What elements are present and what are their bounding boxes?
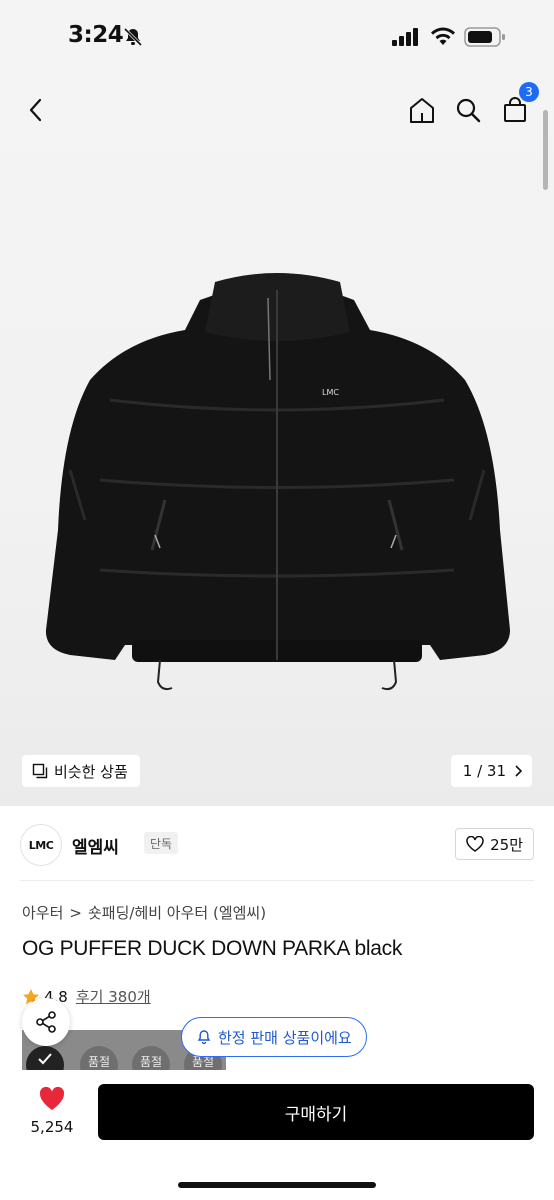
jacket-logo: LMC — [322, 388, 339, 397]
exclusive-tag: 단독 — [144, 832, 179, 854]
chevron-left-icon — [29, 98, 42, 122]
checkmark-icon — [38, 1053, 52, 1065]
status-time: 3:24 — [68, 22, 124, 48]
cart-count-badge: 3 — [519, 82, 539, 102]
similar-products-label: 비슷한 상품 — [54, 762, 128, 781]
brand-name[interactable]: 엘엠씨 — [72, 833, 119, 858]
home-indicator — [178, 1182, 376, 1188]
bell-icon — [197, 1030, 211, 1045]
product-title: OG PUFFER DUCK DOWN PARKA black — [22, 937, 403, 960]
battery-icon — [464, 27, 505, 47]
bottom-action-bar: 5,254 구매하기 — [0, 1070, 554, 1200]
top-nav: 3 — [0, 80, 554, 140]
breadcrumb-category[interactable]: 아우터 — [22, 902, 63, 923]
brand-row: LMC 엘엠씨 단독 25만 — [20, 820, 534, 870]
page-indicator-text: 1 / 31 — [462, 762, 506, 780]
product-image-area[interactable]: 3:24 3 LMC 비슷한 상품 1 / 31 — [0, 0, 554, 806]
cellular-signal-icon — [392, 28, 418, 46]
option-thumb[interactable]: 품절 — [132, 1046, 170, 1070]
buy-button[interactable]: 구매하기 — [98, 1084, 534, 1140]
selected-option[interactable] — [26, 1046, 64, 1070]
home-button[interactable] — [404, 92, 440, 128]
bell-muted-icon — [123, 27, 143, 47]
wishlist-count: 5,254 — [30, 1118, 74, 1136]
review-count-link[interactable]: 후기 380개 — [76, 986, 151, 1007]
brand-like-count: 25만 — [490, 835, 523, 854]
brand-like-button[interactable]: 25만 — [455, 828, 534, 860]
share-button[interactable] — [22, 998, 70, 1046]
similar-products-button[interactable]: 비슷한 상품 — [22, 755, 140, 787]
similar-items-icon — [32, 763, 48, 779]
limited-sale-notice[interactable]: 한정 판매 상품이에요 — [181, 1017, 367, 1057]
breadcrumb-subcategory[interactable]: 숏패딩/헤비 아우터 (엘엠씨) — [88, 902, 266, 923]
brand-logo[interactable]: LMC — [20, 824, 62, 866]
wifi-icon — [431, 27, 455, 45]
product-image-jacket: LMC — [45, 273, 510, 691]
breadcrumb-separator: > — [69, 903, 82, 922]
wishlist-button[interactable]: 5,254 — [28, 1086, 76, 1136]
heart-filled-icon — [39, 1086, 65, 1110]
back-button[interactable] — [18, 92, 54, 128]
scroll-indicator — [543, 110, 548, 190]
heart-outline-icon — [466, 836, 484, 852]
home-icon — [410, 98, 434, 123]
status-bar: 3:24 — [0, 0, 554, 80]
image-page-indicator[interactable]: 1 / 31 — [450, 755, 532, 787]
cart-button[interactable]: 3 — [497, 82, 539, 128]
option-thumb[interactable]: 품절 — [80, 1046, 118, 1070]
search-button[interactable] — [450, 92, 486, 128]
search-icon — [456, 98, 481, 123]
divider — [20, 880, 534, 881]
chevron-right-icon — [515, 765, 522, 777]
share-icon — [36, 1011, 56, 1033]
limited-sale-text: 한정 판매 상품이에요 — [218, 1028, 352, 1047]
breadcrumb: 아우터 > 숏패딩/헤비 아우터 (엘엠씨) — [22, 902, 266, 923]
